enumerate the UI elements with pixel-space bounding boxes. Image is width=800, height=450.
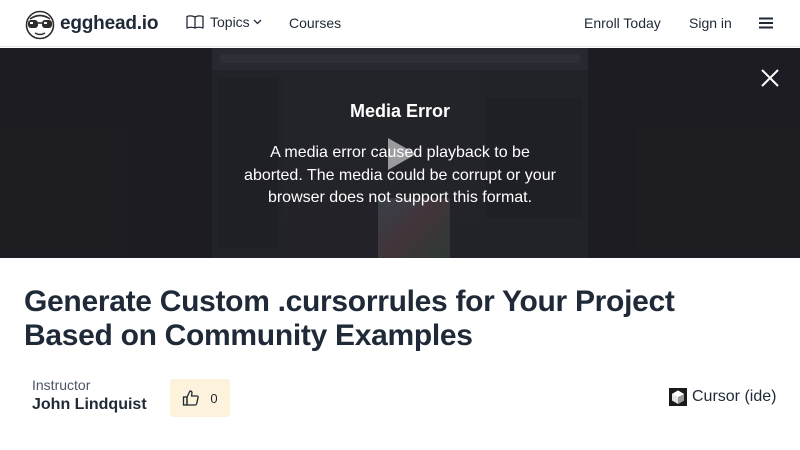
media-error-title: Media Error bbox=[349, 101, 451, 121]
egghead-logo-icon bbox=[25, 10, 55, 40]
like-button[interactable]: 0 bbox=[170, 379, 230, 417]
chevron-down-icon bbox=[253, 19, 262, 25]
enroll-today-link[interactable]: Enroll Today bbox=[584, 15, 661, 31]
lesson-title: Generate Custom .cursorrules for Your Pr… bbox=[24, 285, 675, 352]
sign-in-link[interactable]: Sign in bbox=[689, 15, 732, 31]
media-error-message: A media error caused playback to be abor… bbox=[244, 144, 556, 206]
close-icon[interactable] bbox=[760, 68, 780, 88]
tag-cursor-ide[interactable]: Cursor (ide) bbox=[669, 388, 776, 406]
instructor-name[interactable]: John Lindquist bbox=[32, 396, 147, 414]
thumbs-up-icon bbox=[183, 390, 200, 406]
hamburger-menu-icon[interactable] bbox=[759, 17, 773, 29]
video-player[interactable]: Media Error A media error caused playbac… bbox=[0, 48, 800, 258]
topics-label: Topics bbox=[210, 14, 250, 30]
cursor-ide-icon bbox=[669, 388, 687, 406]
instructor-label: Instructor bbox=[32, 377, 91, 393]
tag-label: Cursor (ide) bbox=[692, 388, 777, 405]
like-count: 0 bbox=[210, 390, 218, 406]
brand-name: egghead.io bbox=[60, 13, 159, 34]
topics-menu-button[interactable]: Topics bbox=[186, 14, 262, 30]
courses-link[interactable]: Courses bbox=[289, 15, 341, 31]
site-header: egghead.io Topics Courses Enroll Today S… bbox=[0, 0, 800, 47]
book-icon bbox=[186, 15, 204, 29]
egghead-logo-link[interactable]: egghead.io bbox=[24, 8, 158, 40]
